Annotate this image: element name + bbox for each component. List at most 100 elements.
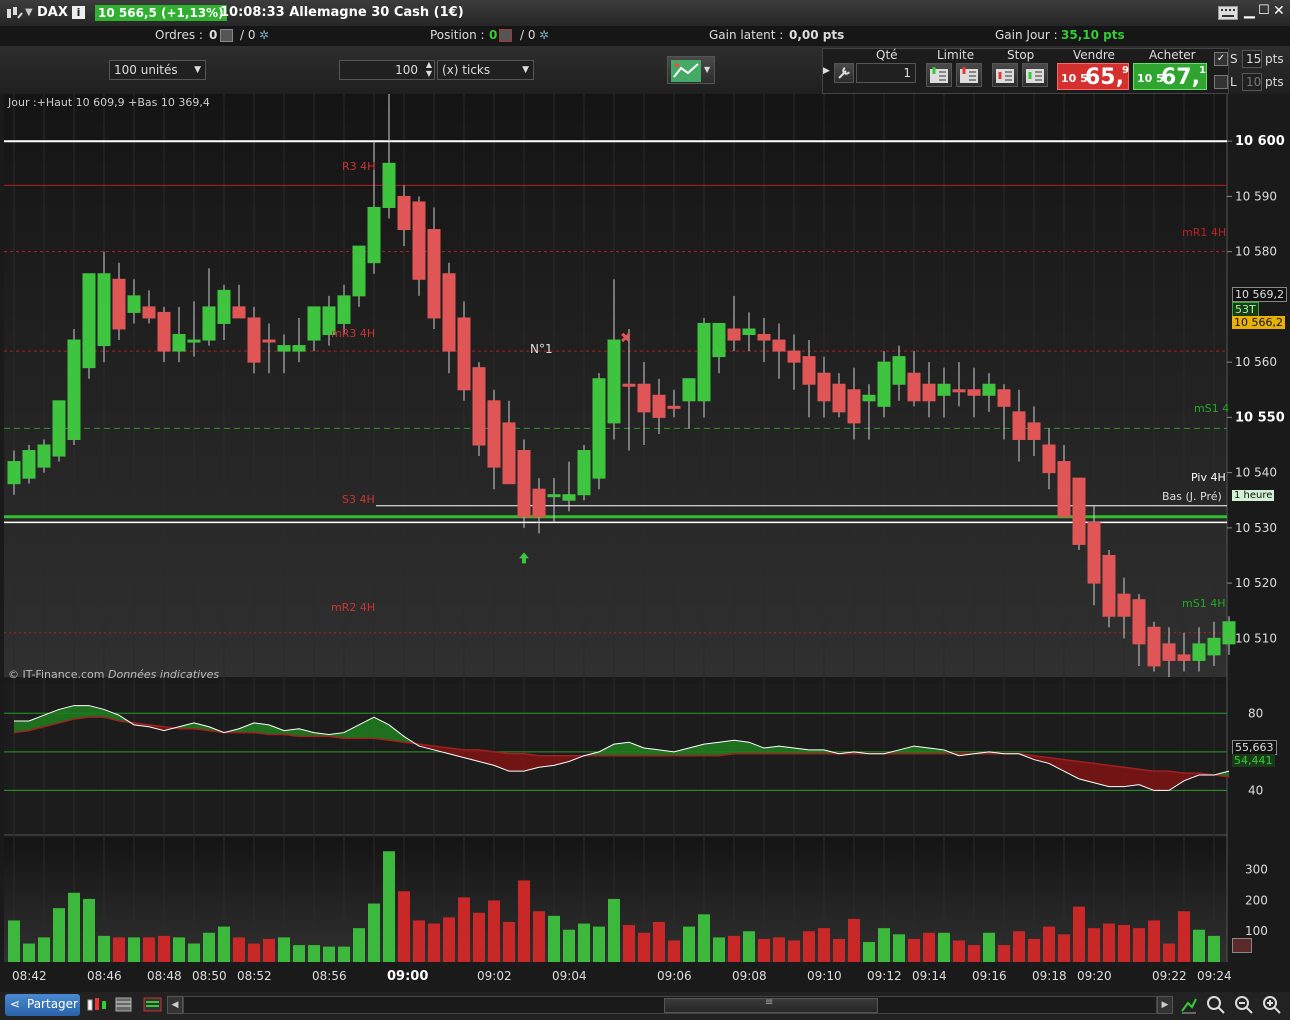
- units-select[interactable]: 100 unités ▼: [109, 60, 206, 80]
- volume-bar: [413, 920, 425, 962]
- zoom-out-icon[interactable]: [1234, 995, 1254, 1018]
- candle-body: [1102, 554, 1116, 617]
- sell-price-prefix: 10 5: [1061, 72, 1088, 85]
- units-select-value: 100 unités: [114, 63, 178, 77]
- candles-toggle-icon[interactable]: [86, 996, 108, 1017]
- sell-limit-button[interactable]: [956, 63, 982, 87]
- chart-app-icon[interactable]: [6, 6, 23, 19]
- limit-checkbox[interactable]: [1214, 75, 1228, 89]
- volume-bar: [638, 932, 650, 962]
- candle-body: [877, 361, 891, 407]
- volume-bar: [458, 897, 470, 962]
- volume-bar: [728, 935, 740, 962]
- level-label-mr3: mR3 4H: [331, 327, 376, 340]
- volume-bar: [1058, 934, 1070, 962]
- scroll-right-button[interactable]: ▶: [1157, 996, 1173, 1014]
- zoom-fit-icon[interactable]: [1206, 995, 1226, 1018]
- candle-body: [1222, 621, 1236, 645]
- horizontal-scrollbar[interactable]: ≡: [183, 996, 1157, 1014]
- chart-area[interactable]: ✖ 10 600 10 590 10 580 10 560 10 550 10 540 10…: [4, 94, 1288, 992]
- keyboard-icon[interactable]: [1218, 6, 1238, 23]
- sell-button[interactable]: 10 5 65, 9: [1057, 63, 1129, 90]
- volume-bar: [158, 935, 170, 962]
- stop-loss-input[interactable]: 15: [1242, 50, 1262, 68]
- time-tick-label: 08:48: [147, 969, 182, 983]
- candle-body: [1177, 654, 1191, 661]
- price-tick-label: 10 530: [1235, 521, 1277, 535]
- volume-bar: [1163, 943, 1175, 962]
- position-settings-icon[interactable]: ✲: [539, 28, 549, 42]
- candle-body: [1117, 593, 1131, 617]
- volume-bar: [1118, 925, 1130, 962]
- strategy-button[interactable]: ▼: [667, 56, 715, 84]
- ticks-stepper[interactable]: 100 ▲ ▼: [339, 60, 435, 80]
- level-label-mr2: mR2 4H: [331, 601, 376, 614]
- instrument-name[interactable]: DAX: [37, 5, 68, 20]
- volume-bar: [443, 917, 455, 962]
- orders-total: / 0: [240, 28, 256, 42]
- orders-settings-icon[interactable]: ✲: [259, 28, 269, 42]
- candle-body: [7, 461, 21, 485]
- oscillator-fill: [1154, 771, 1169, 791]
- scrollbar-thumb[interactable]: ≡: [664, 997, 878, 1013]
- share-button[interactable]: ⋖ Partager: [5, 994, 80, 1016]
- candle-body: [457, 317, 471, 391]
- maximize-icon[interactable]: ☐: [1258, 3, 1270, 18]
- candle-body: [1207, 637, 1221, 656]
- buy-stop-button[interactable]: [992, 63, 1018, 87]
- volume-bar: [293, 945, 305, 962]
- stop-loss-checkbox[interactable]: ✓: [1214, 52, 1228, 66]
- volume-bar: [968, 945, 980, 962]
- volume-bar: [1103, 923, 1115, 962]
- buy-limit-button[interactable]: [926, 63, 952, 87]
- dropdown-arrow-icon[interactable]: ▼: [25, 7, 33, 18]
- stepper-arrows-icon[interactable]: ▲ ▼: [426, 60, 432, 78]
- candle-body: [982, 383, 996, 396]
- candle-body: [397, 195, 411, 231]
- volume-bar: [203, 932, 215, 962]
- chart-svg[interactable]: ✖ 10 60010 59010 58010 56010 55010 54010…: [4, 94, 1288, 992]
- time-tick-label: 09:12: [867, 969, 902, 983]
- ticks-unit-select[interactable]: (x) ticks ▼: [437, 60, 534, 80]
- price-tick-label: 10 540: [1235, 466, 1277, 480]
- price-tick-label: 10 580: [1235, 245, 1277, 259]
- orders-count: 0: [209, 28, 218, 42]
- limit-input[interactable]: 10: [1242, 73, 1262, 91]
- scroll-left-button[interactable]: ◀: [167, 996, 183, 1014]
- annotation-n1[interactable]: N°1: [530, 342, 553, 356]
- buy-label: Acheter: [1149, 48, 1196, 62]
- sell-stop-button[interactable]: [1022, 63, 1048, 87]
- volume-bar: [878, 928, 890, 962]
- candle-body: [1192, 643, 1206, 661]
- stop-buy-icon: [996, 69, 1014, 83]
- info-icon[interactable]: i: [72, 6, 85, 19]
- indicator-list-icon[interactable]: [143, 996, 163, 1017]
- table-view-icon[interactable]: [115, 996, 133, 1017]
- minimize-icon[interactable]: ▁: [1244, 3, 1255, 19]
- candle-body: [1012, 411, 1026, 440]
- settings-wrench-icon[interactable]: [834, 63, 854, 83]
- close-position-icon[interactable]: [499, 29, 512, 42]
- close-icon[interactable]: ✕: [1273, 3, 1285, 19]
- candle-body: [952, 389, 966, 393]
- autoscale-icon[interactable]: [1180, 995, 1198, 1018]
- volume-bar: [338, 946, 350, 962]
- zoom-in-icon[interactable]: [1262, 995, 1282, 1018]
- order-toolbar: 100 unités ▼ 100 ▲ ▼ (x) ticks ▼ ▼ ▶ Qté …: [0, 46, 1290, 94]
- watermark: © IT-Finance.com Données indicatives: [8, 668, 219, 681]
- collapse-arrow-icon[interactable]: ▶: [823, 66, 830, 76]
- candle-body: [862, 394, 876, 402]
- qty-input[interactable]: 1: [856, 63, 916, 83]
- volume-bar: [863, 942, 875, 962]
- current-price-tag: 10 566,2: [1232, 316, 1285, 329]
- gain-latent-label: Gain latent :: [709, 28, 784, 42]
- volume-bar: [1028, 938, 1040, 962]
- qty-label: Qté: [876, 48, 898, 62]
- time-tick-label: 09:14: [912, 969, 947, 983]
- price-tick-label: 10 510: [1235, 631, 1277, 645]
- buy-button[interactable]: 10 5 67, 1: [1133, 63, 1207, 90]
- cancel-orders-icon[interactable]: [220, 29, 233, 42]
- volume-bar: [503, 922, 515, 962]
- candle-body: [727, 328, 741, 341]
- volume-bar: [818, 928, 830, 962]
